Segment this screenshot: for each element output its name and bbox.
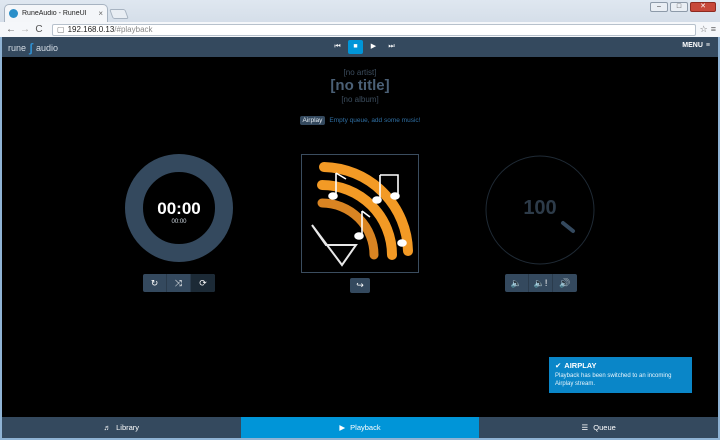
volume-controls: 🔈 🔈! 🔊 (505, 274, 577, 292)
tab-title: RuneAudio - RuneUI (22, 10, 87, 17)
tab-library[interactable]: ♬ Library (2, 417, 241, 438)
browser-tab[interactable]: RuneAudio - RuneUI × (4, 4, 108, 22)
next-button[interactable]: ⏭ (384, 40, 399, 54)
playback-icon: ▶ (339, 423, 346, 432)
track-album: [no album] (341, 95, 379, 104)
notification-title: AIRPLAY (564, 361, 597, 370)
maximize-button[interactable]: □ (670, 2, 688, 12)
menu-label: MENU (682, 42, 703, 49)
library-icon: ♬ (103, 423, 112, 432)
page-icon: ▢ (57, 24, 65, 34)
url-path: /#playback (114, 24, 153, 34)
elapsed-time: 00:00 (157, 199, 201, 218)
favicon-icon (9, 9, 18, 18)
rune-ui-app: rune ʃ audio ⏮ ■ ▶ ⏭ MENU ≡ [no artist] … (2, 37, 718, 438)
tab-queue[interactable]: ☰ Queue (479, 417, 718, 438)
address-bar[interactable]: ▢ 192.168.0.13 /#playback (52, 23, 696, 36)
volume-down-icon[interactable]: 🔈 (505, 274, 529, 292)
new-tab-button[interactable] (109, 9, 129, 19)
window-controls: – □ ✕ (650, 2, 716, 12)
cover-art (301, 154, 419, 273)
source-badge: Airplay (299, 116, 326, 125)
rune-logo[interactable]: rune ʃ audio (8, 41, 58, 55)
browser-toolbar: ← → C ▢ 192.168.0.13 /#playback ☆ ≡ (0, 22, 720, 37)
total-time: 00:00 (171, 219, 187, 225)
url-host: 192.168.0.13 (67, 24, 115, 34)
menu-button[interactable]: MENU ≡ (682, 42, 710, 49)
browser-menu-icon[interactable]: ≡ (711, 24, 716, 35)
check-icon: ✔ (555, 361, 562, 370)
logo-text-audio: audio (36, 43, 59, 53)
airplay-notification[interactable]: ✔ AIRPLAY Playback has been switched to … (549, 357, 692, 393)
tab-queue-label: Queue (593, 423, 616, 432)
reload-icon[interactable]: C (32, 24, 46, 35)
tab-library-label: Library (116, 423, 140, 432)
tab-playback[interactable]: ▶ Playback (240, 417, 480, 438)
browser-chrome: RuneAudio - RuneUI × – □ ✕ ← → C ▢ 192.1… (0, 0, 720, 37)
queue-message[interactable]: Empty queue, add some music! (329, 117, 420, 124)
bookmark-star-icon[interactable]: ☆ (700, 24, 708, 35)
top-bar: rune ʃ audio ⏮ ■ ▶ ⏭ MENU ≡ (2, 37, 718, 57)
stop-button[interactable]: ■ (348, 40, 363, 54)
random-icon[interactable]: ⤨ (167, 274, 191, 292)
close-window-button[interactable]: ✕ (690, 2, 716, 12)
track-artist: [no artist] (343, 68, 377, 77)
forward-icon[interactable]: → (18, 24, 32, 35)
hamburger-icon: ≡ (705, 42, 710, 49)
back-icon[interactable]: ← (4, 24, 18, 35)
source-line: Airplay Empty queue, add some music! (2, 116, 718, 125)
playback-mode-controls: ↻ ⤨ ⟳ (143, 274, 215, 292)
rune-logo-icon: ʃ (29, 41, 34, 55)
airplay-cover-icon (311, 162, 413, 267)
tab-playback-label: Playback (350, 423, 381, 432)
consume-icon[interactable]: ⟳ (191, 274, 215, 292)
volume-mute-icon[interactable]: 🔈! (529, 274, 553, 292)
transport-controls: ⏮ ■ ▶ ⏭ (330, 40, 399, 54)
share-button[interactable]: ↪ (350, 278, 370, 293)
previous-button[interactable]: ⏮ (330, 40, 345, 54)
repeat-icon[interactable]: ↻ (143, 274, 167, 292)
track-title: [no title] (330, 77, 390, 94)
notification-body: Playback has been switched to an incomin… (555, 373, 672, 387)
logo-text-rune: rune (8, 43, 27, 53)
play-button[interactable]: ▶ (366, 40, 381, 54)
minimize-button[interactable]: – (650, 2, 668, 12)
tab-close-icon[interactable]: × (98, 9, 103, 18)
volume-up-icon[interactable]: 🔊 (553, 274, 577, 292)
bottom-nav: ♬ Library ▶ Playback ☰ Queue (2, 417, 718, 438)
volume-value: 100 (523, 197, 557, 219)
queue-icon: ☰ (581, 423, 589, 432)
